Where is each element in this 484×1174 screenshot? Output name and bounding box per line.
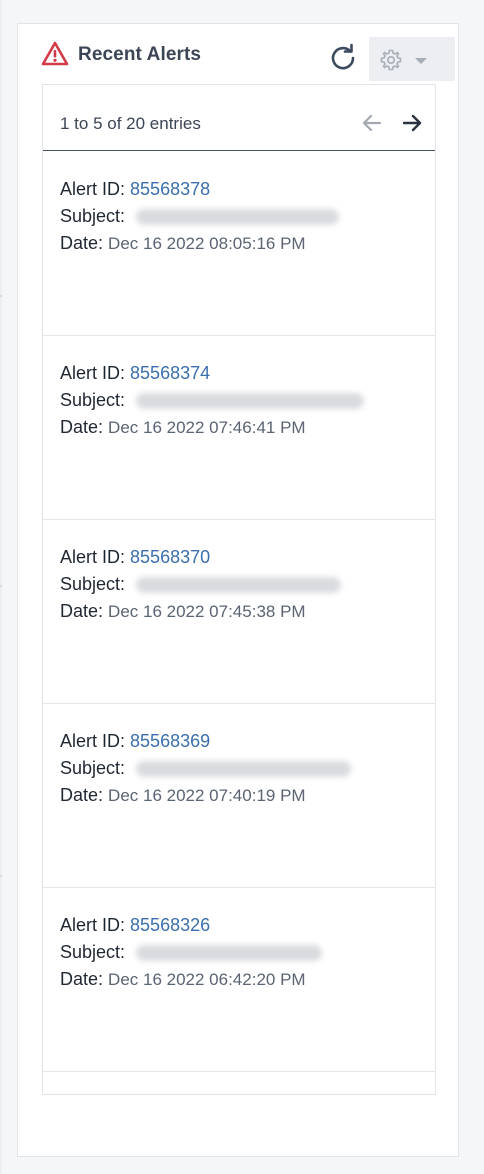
alert-id-link[interactable]: 85568378 xyxy=(130,179,210,199)
date-label: Date: xyxy=(60,601,104,621)
date-line: Date: Dec 16 2022 07:46:41 PM xyxy=(60,417,306,439)
alert-date: Dec 16 2022 08:05:16 PM xyxy=(108,234,306,253)
arrow-left-icon xyxy=(362,114,382,132)
date-line: Date: Dec 16 2022 07:40:19 PM xyxy=(60,785,306,807)
subject-line: Subject: xyxy=(60,206,125,228)
alert-date: Dec 16 2022 06:42:20 PM xyxy=(108,970,306,989)
alert-id-line: Alert ID: 85568326 xyxy=(60,915,210,937)
alert-id-label: Alert ID: xyxy=(60,915,126,935)
date-label: Date: xyxy=(60,969,104,989)
recent-alerts-widget: Recent Alerts 1 to 5 of 20 entries Alert… xyxy=(17,23,459,1157)
alert-item: Alert ID: 85568370 Subject: Date: Dec 16… xyxy=(43,519,435,704)
alert-date: Dec 16 2022 07:40:19 PM xyxy=(108,786,306,805)
alert-id-label: Alert ID: xyxy=(60,363,126,383)
date-label: Date: xyxy=(60,233,104,253)
refresh-icon xyxy=(331,43,355,70)
arrow-right-icon xyxy=(402,114,422,132)
alerts-panel: 1 to 5 of 20 entries Alert ID: 85568378 … xyxy=(42,84,436,1095)
alert-id-label: Alert ID: xyxy=(60,179,126,199)
redacted-subject xyxy=(136,209,339,225)
alert-id-line: Alert ID: 85568369 xyxy=(60,731,210,753)
alert-id-line: Alert ID: 85568378 xyxy=(60,179,210,201)
alert-item: Alert ID: 85568374 Subject: Date: Dec 16… xyxy=(43,335,435,520)
widget-title: Recent Alerts xyxy=(78,44,202,65)
subject-label: Subject: xyxy=(60,574,126,594)
left-edge-strip xyxy=(0,0,2,1174)
subject-label: Subject: xyxy=(60,390,126,410)
alert-id-label: Alert ID: xyxy=(60,547,126,567)
warning-triangle-icon xyxy=(41,41,69,66)
alert-id-link[interactable]: 85568326 xyxy=(130,915,210,935)
pagination-info: 1 to 5 of 20 entries xyxy=(60,114,201,133)
alert-date: Dec 16 2022 07:45:38 PM xyxy=(108,602,306,621)
alert-id-label: Alert ID: xyxy=(60,731,126,751)
alert-id-line: Alert ID: 85568374 xyxy=(60,363,210,385)
date-line: Date: Dec 16 2022 07:45:38 PM xyxy=(60,601,306,623)
subject-label: Subject: xyxy=(60,206,126,226)
redacted-subject xyxy=(136,577,341,593)
alert-id-link[interactable]: 85568374 xyxy=(130,363,210,383)
subject-line: Subject: xyxy=(60,574,125,596)
refresh-button[interactable] xyxy=(327,41,359,73)
settings-dropdown-button[interactable] xyxy=(369,37,455,81)
caret-down-icon xyxy=(415,58,427,64)
alert-item: Alert ID: 85568378 Subject: Date: Dec 16… xyxy=(43,151,435,336)
subject-line: Subject: xyxy=(60,942,125,964)
redacted-subject xyxy=(136,761,351,777)
pagination-bar: 1 to 5 of 20 entries xyxy=(43,85,435,151)
alert-item: Alert ID: 85568326 Subject: Date: Dec 16… xyxy=(43,887,435,1072)
redacted-subject xyxy=(136,945,322,961)
widget-header: Recent Alerts xyxy=(18,24,458,84)
next-page-button[interactable] xyxy=(399,110,425,136)
date-label: Date: xyxy=(60,785,104,805)
date-line: Date: Dec 16 2022 08:05:16 PM xyxy=(60,233,306,255)
alert-item: Alert ID: 85568369 Subject: Date: Dec 16… xyxy=(43,703,435,888)
subject-label: Subject: xyxy=(60,758,126,778)
subject-label: Subject: xyxy=(60,942,126,962)
subject-line: Subject: xyxy=(60,758,125,780)
previous-page-button[interactable] xyxy=(359,110,385,136)
alert-id-link[interactable]: 85568369 xyxy=(130,731,210,751)
alert-id-link[interactable]: 85568370 xyxy=(130,547,210,567)
date-label: Date: xyxy=(60,417,104,437)
gear-icon xyxy=(380,49,402,71)
alert-date: Dec 16 2022 07:46:41 PM xyxy=(108,418,306,437)
redacted-subject xyxy=(136,393,364,409)
subject-line: Subject: xyxy=(60,390,125,412)
alert-id-line: Alert ID: 85568370 xyxy=(60,547,210,569)
date-line: Date: Dec 16 2022 06:42:20 PM xyxy=(60,969,306,991)
